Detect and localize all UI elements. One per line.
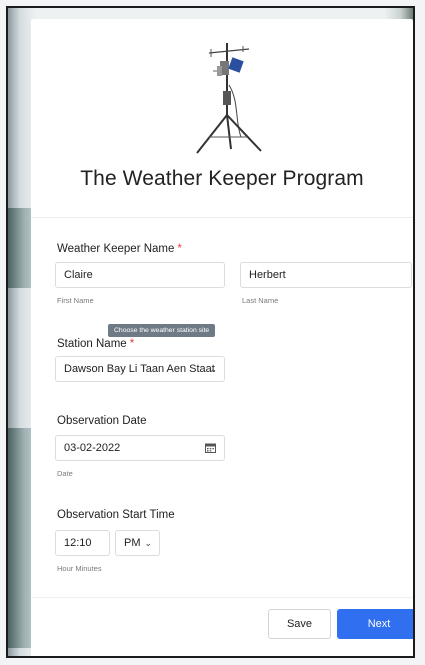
- page-title: The Weather Keeper Program: [80, 167, 364, 190]
- station-tooltip: Choose the weather station site: [108, 324, 216, 337]
- chevron-down-icon: ⌄: [144, 538, 152, 548]
- date-hint: Date: [57, 469, 73, 478]
- last-name-hint: Last Name: [242, 296, 279, 305]
- station-name-label-text: Station Name: [57, 338, 127, 350]
- next-button[interactable]: Next: [337, 609, 413, 639]
- window-frame: The Weather Keeper Program Weather Keepe…: [6, 6, 415, 658]
- form-card: The Weather Keeper Program Weather Keepe…: [31, 19, 413, 656]
- time-input[interactable]: 12:10: [55, 530, 110, 556]
- required-marker: *: [177, 243, 182, 255]
- time-hint: Hour Minutes: [57, 564, 102, 573]
- last-name-input[interactable]: Herbert: [240, 262, 412, 288]
- first-name-hint: First Name: [57, 296, 94, 305]
- divider: [31, 597, 413, 598]
- observation-time-label: Observation Start Time: [57, 509, 175, 521]
- keeper-name-label: Weather Keeper Name *: [57, 243, 182, 255]
- calendar-icon[interactable]: [205, 443, 216, 453]
- observation-date-label: Observation Date: [57, 415, 147, 427]
- weather-station-logo: [196, 43, 262, 154]
- required-marker: *: [129, 338, 135, 350]
- date-input-value: 03-02-2022: [64, 442, 121, 454]
- station-name-label: Station Name *: [57, 338, 134, 350]
- ampm-select-value: PM: [124, 537, 141, 549]
- date-input[interactable]: 03-02-2022: [55, 435, 225, 461]
- header: The Weather Keeper Program: [31, 19, 413, 218]
- chevron-down-icon: ⌄: [209, 364, 217, 374]
- ampm-select[interactable]: PM ⌄: [115, 530, 160, 556]
- station-select[interactable]: Dawson Bay Li Taan Aen Staat ⌄: [55, 356, 225, 382]
- keeper-name-label-text: Weather Keeper Name: [57, 243, 175, 255]
- save-button[interactable]: Save: [268, 609, 331, 639]
- first-name-input[interactable]: Claire: [55, 262, 225, 288]
- station-select-value: Dawson Bay Li Taan Aen Staat: [64, 363, 215, 375]
